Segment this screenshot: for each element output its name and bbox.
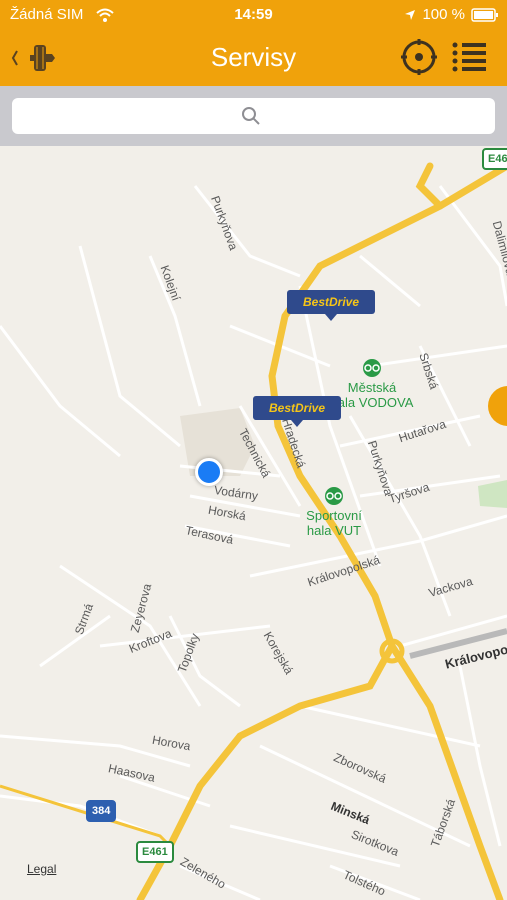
current-location-dot xyxy=(195,458,223,486)
poi-label: hala VODOVA xyxy=(330,395,414,410)
battery-icon xyxy=(471,7,498,22)
map-roads xyxy=(0,162,507,900)
search-icon xyxy=(242,107,260,125)
poi-label: Městská xyxy=(347,380,397,395)
poi-label: hala VUT xyxy=(306,523,362,538)
road-shield-384: 384 xyxy=(86,800,117,822)
crosshair-icon xyxy=(401,39,437,75)
road-shield-e461: E461 xyxy=(136,841,174,863)
status-bar: Žádná SIM 14:59 100 % xyxy=(0,0,507,30)
road-shield-e461: E461 xyxy=(482,148,507,170)
bestdrive-pin[interactable]: BestDrive xyxy=(287,290,375,321)
search-bar-container xyxy=(0,86,507,146)
sports-hall-icon xyxy=(325,487,343,505)
sports-hall-icon xyxy=(363,359,381,377)
bestdrive-pin[interactable]: BestDrive xyxy=(253,396,341,427)
location-arrow-icon xyxy=(405,9,416,20)
battery-percent: 100 % xyxy=(422,6,465,23)
locate-me-button[interactable] xyxy=(400,38,438,76)
list-icon xyxy=(452,42,486,72)
search-input[interactable] xyxy=(12,98,495,134)
legal-link[interactable]: Legal xyxy=(27,862,56,876)
list-view-button[interactable] xyxy=(450,40,488,74)
poi-label: Sportovní xyxy=(306,508,362,523)
map-view[interactable]: Purkyňova Kolejní Technická Vodárny Hors… xyxy=(0,146,507,900)
nav-bar: Servisy xyxy=(0,30,507,86)
